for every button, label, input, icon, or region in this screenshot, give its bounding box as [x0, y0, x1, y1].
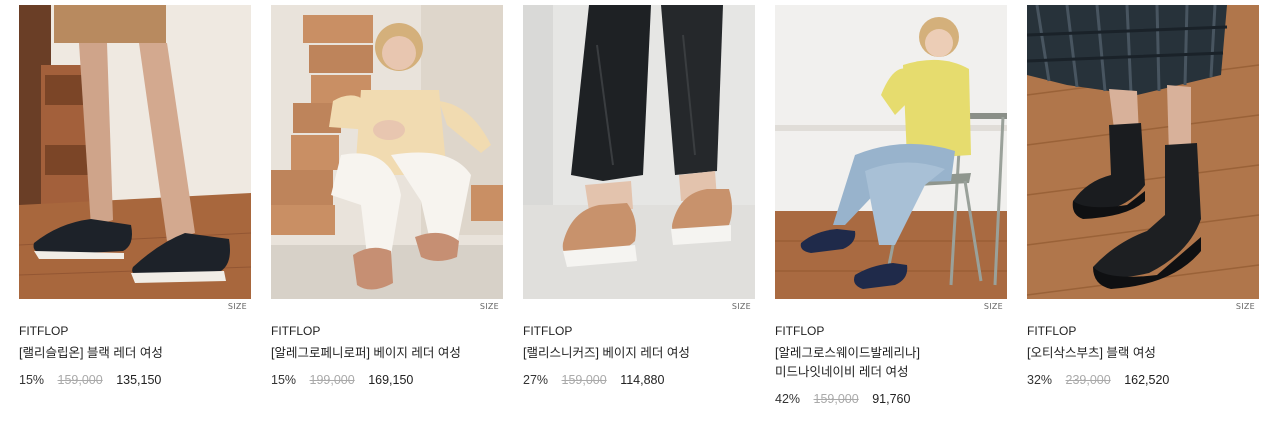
size-label[interactable]: SIZE: [480, 302, 499, 311]
product-image[interactable]: [775, 5, 1007, 299]
product-card[interactable]: SIZE FITFLOP [랠리슬립온] 블랙 레더 여성 15% 159,00…: [19, 5, 251, 388]
size-label[interactable]: SIZE: [228, 302, 247, 311]
original-price: 199,000: [309, 373, 355, 387]
discount-rate: 32%: [1027, 373, 1053, 387]
discount-rate: 42%: [775, 392, 801, 406]
discount-rate: 15%: [271, 373, 297, 387]
sale-price: 91,760: [872, 392, 911, 406]
product-image[interactable]: [1027, 5, 1259, 299]
product-card[interactable]: SIZE FITFLOP [알레그로페니로퍼] 베이지 레더 여성 15% 19…: [271, 5, 503, 388]
size-label[interactable]: SIZE: [1236, 302, 1255, 311]
price-row: 15% 159,000 135,150: [19, 372, 251, 388]
discount-rate: 27%: [523, 373, 549, 387]
product-grid: SIZE FITFLOP [랠리슬립온] 블랙 레더 여성 15% 159,00…: [0, 0, 1264, 444]
price-row: 32% 239,000 162,520: [1027, 372, 1259, 388]
product-name[interactable]: [알레그로스웨이드발레리나] 미드나잇네이비 레더 여성: [775, 344, 985, 382]
product-brand: FITFLOP: [271, 324, 321, 338]
original-price: 159,000: [57, 373, 103, 387]
product-brand: FITFLOP: [775, 324, 825, 338]
product-card[interactable]: SIZE FITFLOP [랠리스니커즈] 베이지 레더 여성 27% 159,…: [523, 5, 755, 388]
size-label[interactable]: SIZE: [984, 302, 1003, 311]
product-image[interactable]: [523, 5, 755, 299]
sale-price: 114,880: [620, 373, 665, 387]
discount-rate: 15%: [19, 373, 45, 387]
sale-price: 162,520: [1124, 373, 1170, 387]
product-brand: FITFLOP: [19, 324, 69, 338]
product-name[interactable]: [랠리슬립온] 블랙 레더 여성: [19, 344, 229, 363]
product-image[interactable]: [271, 5, 503, 299]
sale-price: 169,150: [368, 373, 414, 387]
product-card[interactable]: SIZE FITFLOP [알레그로스웨이드발레리나] 미드나잇네이비 레더 여…: [775, 5, 1007, 407]
size-label[interactable]: SIZE: [732, 302, 751, 311]
original-price: 159,000: [813, 392, 859, 406]
price-row: 27% 159,000 114,880: [523, 372, 755, 388]
price-row: 15% 199,000 169,150: [271, 372, 503, 388]
product-image[interactable]: [19, 5, 251, 299]
product-name[interactable]: [알레그로페니로퍼] 베이지 레더 여성: [271, 344, 481, 363]
product-name[interactable]: [랠리스니커즈] 베이지 레더 여성: [523, 344, 733, 363]
product-card[interactable]: SIZE FITFLOP [오티삭스부츠] 블랙 여성 32% 239,000 …: [1027, 5, 1259, 388]
sale-price: 135,150: [116, 373, 162, 387]
original-price: 159,000: [561, 373, 607, 387]
product-brand: FITFLOP: [1027, 324, 1077, 338]
product-name[interactable]: [오티삭스부츠] 블랙 여성: [1027, 344, 1237, 363]
price-row: 42% 159,000 91,760: [775, 391, 1007, 407]
product-brand: FITFLOP: [523, 324, 573, 338]
original-price: 239,000: [1065, 373, 1111, 387]
